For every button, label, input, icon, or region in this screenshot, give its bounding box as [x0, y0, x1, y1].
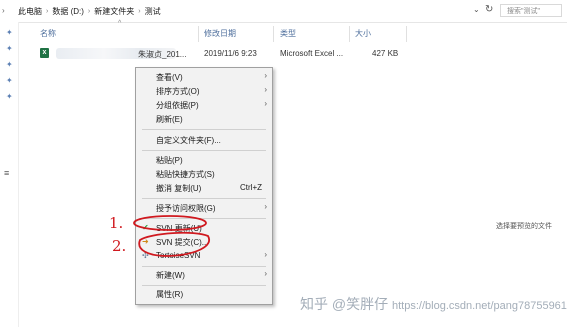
annotation-layer: 1. 2. — [109, 214, 211, 257]
watermark-brand: 知乎 @笑胖仔 — [300, 296, 389, 312]
annotation-circle-update — [133, 215, 207, 231]
annotation-circle-commit — [138, 231, 211, 257]
watermark: 知乎 @笑胖仔 https://blog.csdn.net/pang787559… — [300, 294, 567, 314]
annotation-mark-2: 2. — [112, 237, 126, 255]
annotation-mark-1: 1. — [109, 214, 123, 232]
watermark-url: https://blog.csdn.net/pang787559613 — [392, 300, 567, 312]
